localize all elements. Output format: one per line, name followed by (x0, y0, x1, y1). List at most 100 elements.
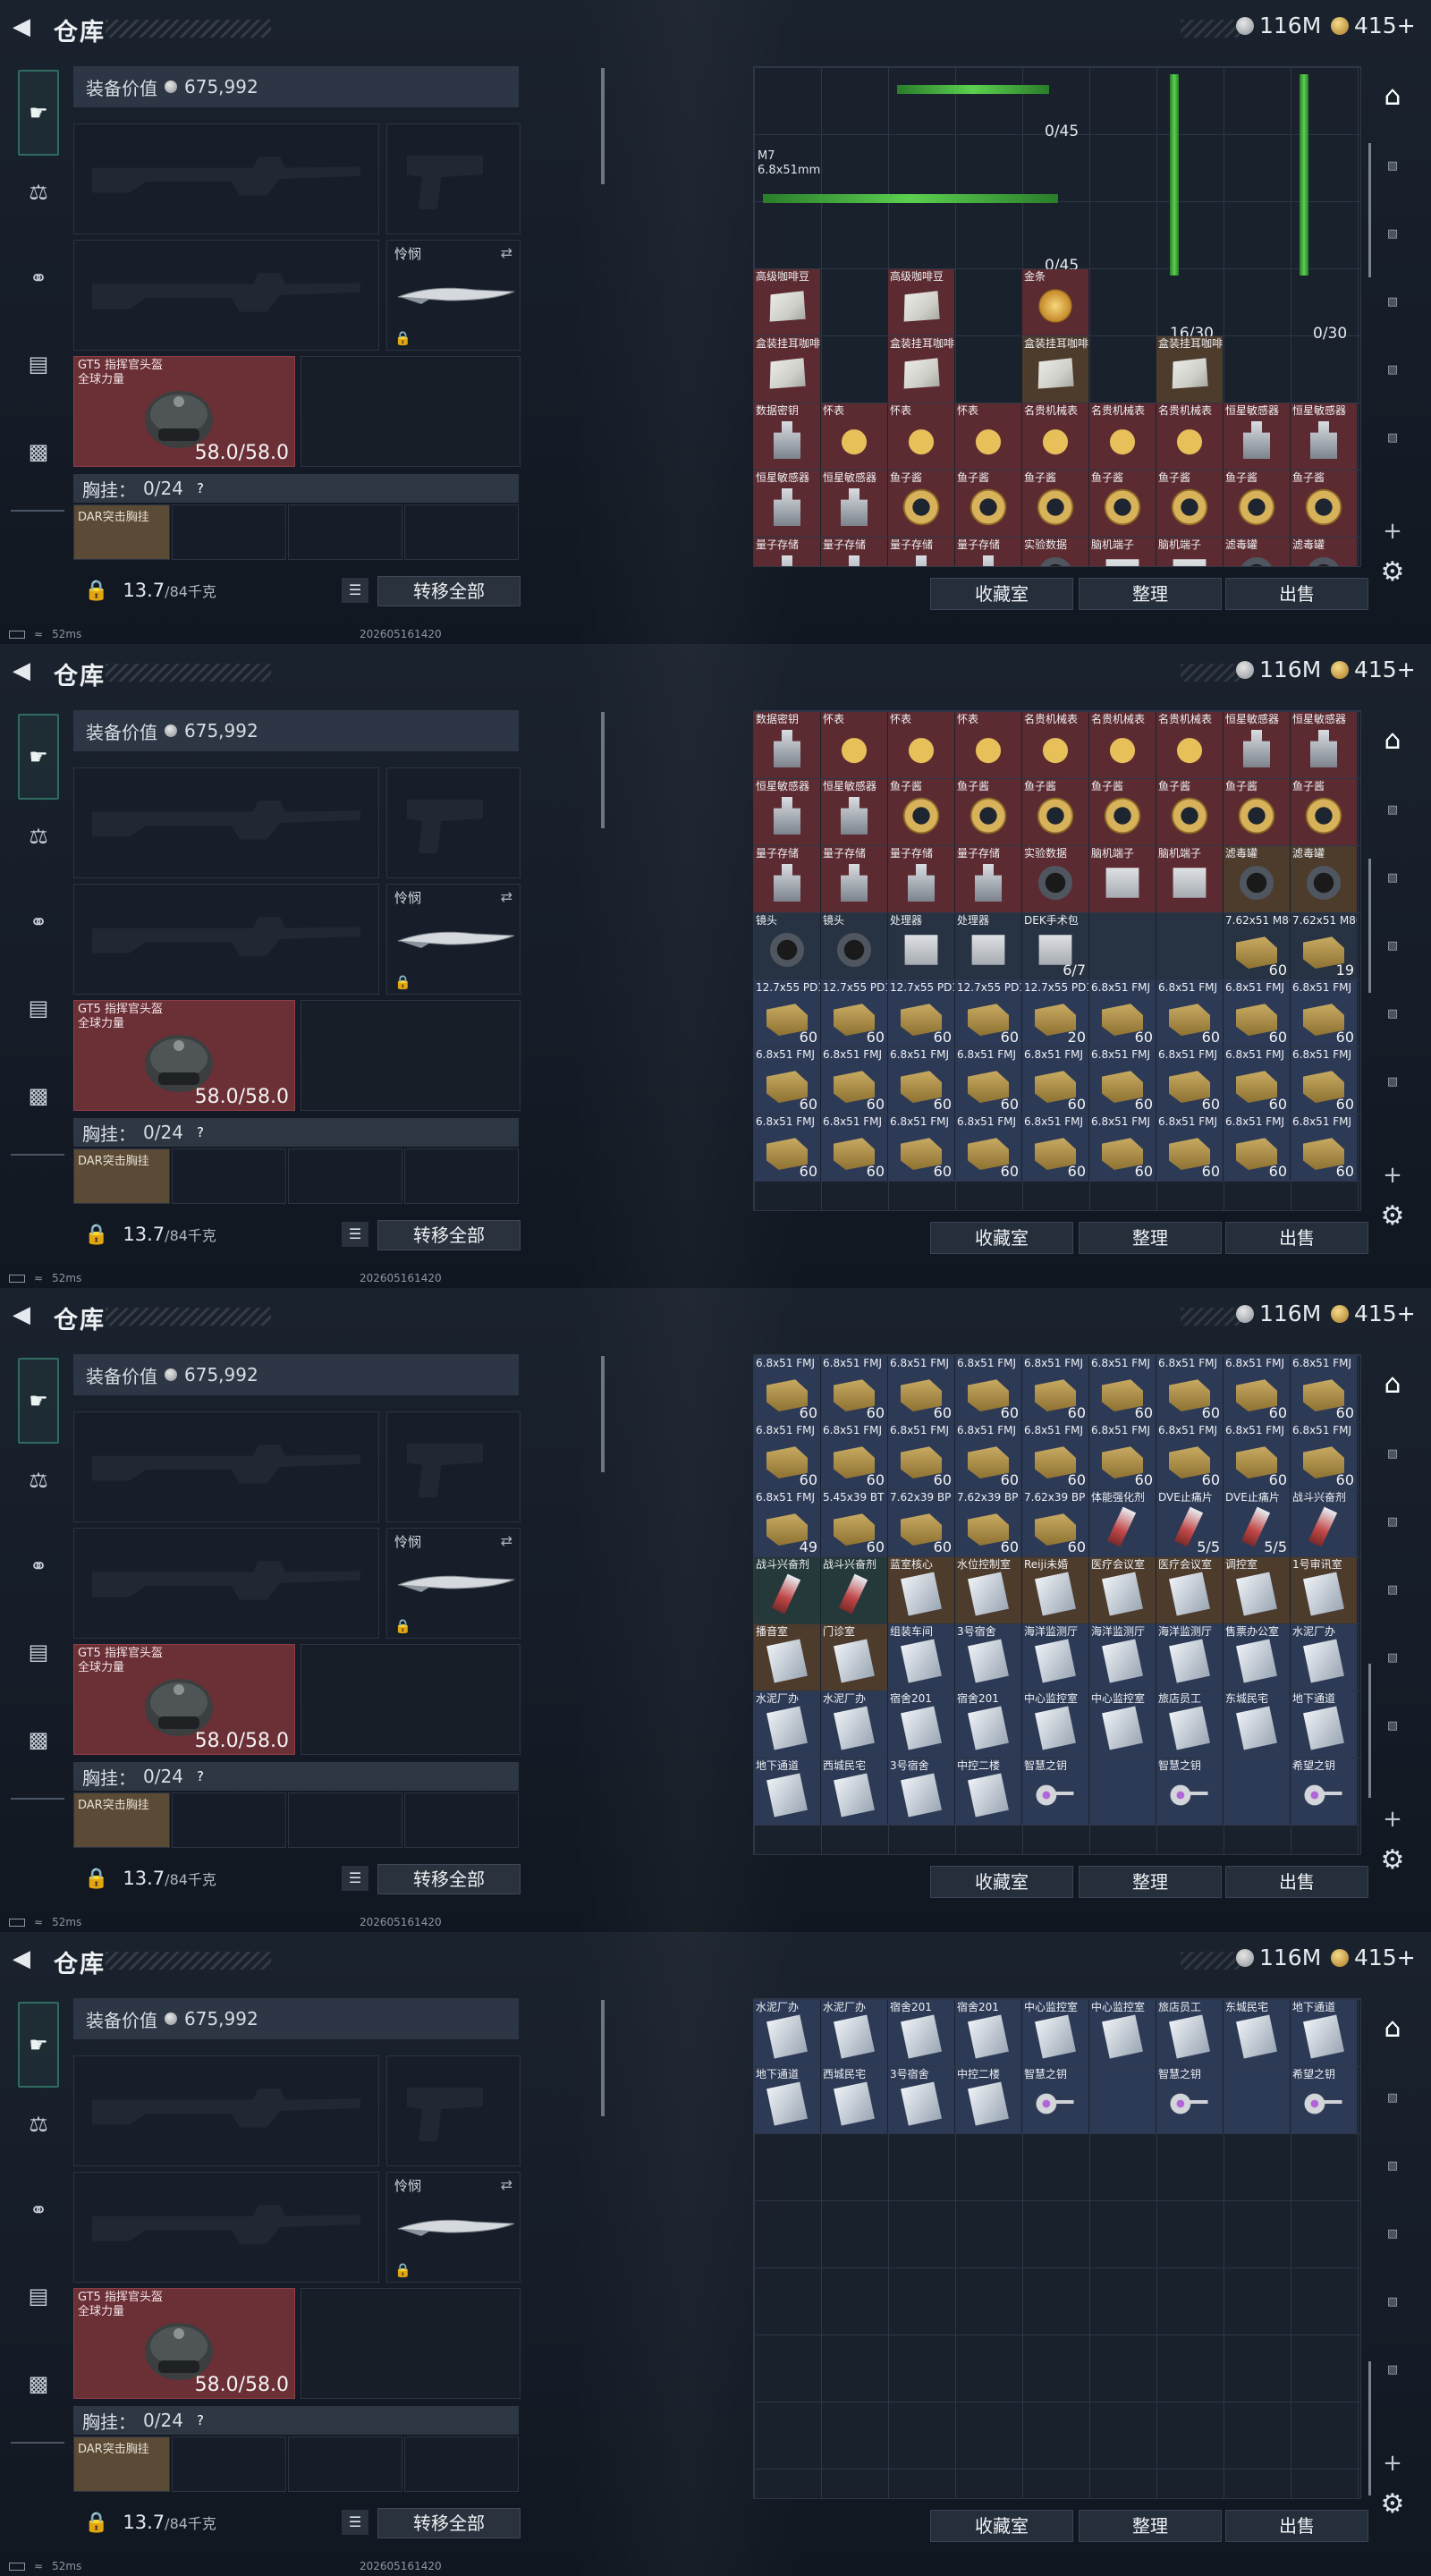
transfer-all-button[interactable]: 转移全部 (377, 576, 521, 606)
container-tab-icon[interactable]: ▧ (1372, 1436, 1413, 1472)
storage-item[interactable]: 鱼子酱 (1156, 779, 1223, 845)
storage-item[interactable]: DVE止痛片 5/5 (1224, 1490, 1290, 1556)
weapon-tab-icon[interactable]: ☛ (18, 70, 59, 156)
storage-item[interactable]: 鱼子酱 (1291, 470, 1357, 537)
storage-item[interactable] (1089, 2067, 1156, 2133)
storage-item[interactable]: 6.8x51 FMJ 60 (1224, 980, 1290, 1046)
chest-rig-item[interactable]: DAR突击胸挂 (73, 1792, 170, 1848)
pistol-slot[interactable] (386, 1411, 521, 1522)
back-arrow-icon[interactable]: ◀ (13, 1946, 38, 1971)
swap-icon[interactable]: ⇄ (501, 888, 512, 905)
storage-item[interactable]: 量子存储 (955, 538, 1021, 566)
chest-rig-cell[interactable] (288, 1148, 402, 1204)
storage-item[interactable]: 滤毒罐 (1224, 538, 1290, 566)
storage-item[interactable]: 脑机端子 (1089, 538, 1156, 566)
storage-item[interactable]: DEK手术包 6/7 (1022, 913, 1088, 979)
storage-item[interactable]: 地下通道 (1291, 1691, 1357, 1758)
storage-item[interactable]: 播音室 (754, 1624, 820, 1690)
storage-item[interactable]: 6.8x51 FMJ 60 (1224, 1047, 1290, 1114)
rifle-icon[interactable] (763, 194, 1058, 203)
storage-item[interactable]: 6.8x51 FMJ 60 (1291, 1047, 1357, 1114)
primary-weapon-slot[interactable] (73, 2055, 379, 2166)
lock-icon[interactable]: 🔒 (84, 580, 108, 602)
storage-item[interactable]: 处理器 (888, 913, 954, 979)
container-tab-icon[interactable]: ▧ (1372, 148, 1413, 184)
backpack-tab-icon[interactable]: ▩ (18, 2363, 59, 2404)
storage-item[interactable]: 6.8x51 FMJ 60 (1089, 980, 1156, 1046)
weapon-tab-icon[interactable]: ☛ (18, 2002, 59, 2088)
storage-item[interactable]: 鱼子酱 (888, 779, 954, 845)
storage-item[interactable]: 地下通道 (1291, 2000, 1357, 2066)
storage-item[interactable]: DVE止痛片 5/5 (1156, 1490, 1223, 1556)
storage-item[interactable]: 战斗兴奋剂 (821, 1557, 887, 1623)
storage-item[interactable]: 实验数据 (1022, 846, 1088, 912)
armor-slot[interactable] (301, 1000, 521, 1111)
storage-item[interactable]: 门诊室 (821, 1624, 887, 1690)
add-container-icon[interactable]: + (1372, 513, 1413, 549)
container-tab-icon[interactable]: ▧ (1372, 2080, 1413, 2116)
sell-button[interactable]: 出售 (1225, 578, 1368, 610)
secondary-weapon-slot[interactable] (73, 884, 379, 995)
storage-item[interactable]: 希望之钥 (1291, 1758, 1357, 1825)
storage-item[interactable]: 智慧之钥 (1022, 1758, 1088, 1825)
storage-item[interactable]: 6.8x51 FMJ 60 (754, 1114, 820, 1181)
storage-item[interactable]: 6.8x51 FMJ 60 (1224, 1356, 1290, 1422)
storage-item[interactable]: 怀表 (821, 403, 887, 470)
rifle-icon[interactable] (1300, 74, 1308, 275)
storage-item[interactable]: 3号宿舍 (888, 1758, 954, 1825)
helmet-tab-icon[interactable]: ⚭ (18, 902, 59, 943)
helmet-slot[interactable]: GT5 指挥官头盔 全球力量 58.0/58.0 (73, 1644, 295, 1755)
storage-item[interactable]: 6.8x51 FMJ 60 (888, 1047, 954, 1114)
container-tab-icon[interactable]: ▧ (1372, 1708, 1413, 1744)
storage-item[interactable]: 6.8x51 FMJ 60 (1291, 980, 1357, 1046)
storage-home-icon[interactable]: ⌂ (1372, 79, 1413, 114)
storage-item[interactable]: 7.62x39 BP 60 (955, 1490, 1021, 1556)
storage-item[interactable]: 组装车间 (888, 1624, 954, 1690)
storage-item[interactable]: 6.8x51 FMJ 60 (1156, 1114, 1223, 1181)
storage-item[interactable]: 名贵机械表 (1022, 712, 1088, 778)
storage-item[interactable]: 蓝室核心 (888, 1557, 954, 1623)
organize-button[interactable]: 整理 (1079, 2510, 1222, 2542)
gold-currency[interactable]: 415+ (1331, 657, 1416, 682)
storage-item[interactable]: 量子存储 (821, 846, 887, 912)
chest-rig-cell[interactable] (404, 2436, 519, 2492)
swap-icon[interactable]: ⇄ (501, 1532, 512, 1549)
storage-item[interactable]: 6.8x51 FMJ 60 (955, 1047, 1021, 1114)
secondary-weapon-slot[interactable] (73, 2172, 379, 2283)
storage-item[interactable]: 盒装挂耳咖啡 (754, 336, 820, 402)
back-arrow-icon[interactable]: ◀ (13, 1302, 38, 1327)
melee-slot[interactable]: 怜悯 ⇄ 🔒 (386, 240, 521, 351)
storage-item[interactable]: 海洋监测厅 (1156, 1624, 1223, 1690)
armor-tab-icon[interactable]: ⚖ (18, 172, 59, 213)
storage-scrollbar[interactable] (1368, 1664, 1371, 1798)
storage-item[interactable]: 水泥厂办 (1291, 1624, 1357, 1690)
organize-button[interactable]: 整理 (1079, 578, 1222, 610)
storage-item[interactable]: 6.8x51 FMJ 60 (1156, 1047, 1223, 1114)
storage-scrollbar[interactable] (1368, 143, 1371, 277)
storage-item[interactable]: 宿舍201 (888, 1691, 954, 1758)
storage-home-icon[interactable]: ⌂ (1372, 723, 1413, 758)
storage-item[interactable]: 鱼子酱 (1089, 470, 1156, 537)
storage-item[interactable]: 6.8x51 FMJ 60 (888, 1423, 954, 1489)
chest-rig-cell[interactable] (288, 504, 402, 560)
storage-home-icon[interactable]: ⌂ (1372, 1367, 1413, 1402)
storage-item[interactable]: 实验数据 (1022, 538, 1088, 566)
storage-item[interactable]: 鱼子酱 (955, 779, 1021, 845)
container-tab-icon[interactable]: ▧ (1372, 216, 1413, 252)
storage-item[interactable]: 6.8x51 FMJ 60 (1022, 1356, 1088, 1422)
rifle-icon[interactable] (1170, 74, 1179, 275)
vest-tab-icon[interactable]: ▤ (18, 343, 59, 385)
transfer-all-button[interactable]: 转移全部 (377, 1864, 521, 1894)
storage-item[interactable]: 中控二楼 (955, 1758, 1021, 1825)
storage-item[interactable]: 6.8x51 FMJ 60 (821, 1114, 887, 1181)
transfer-all-button[interactable]: 转移全部 (377, 2508, 521, 2538)
chest-rig-cell[interactable] (404, 504, 519, 560)
storage-item[interactable]: 宿舍201 (955, 2000, 1021, 2066)
storage-item[interactable]: 名贵机械表 (1089, 403, 1156, 470)
storage-item[interactable]: 水泥厂办 (754, 2000, 820, 2066)
settings-gear-icon[interactable]: ⚙ (1372, 1199, 1413, 1234)
storage-item[interactable]: 鱼子酱 (1291, 779, 1357, 845)
storage-scrollbar[interactable] (1368, 2361, 1371, 2496)
lock-icon[interactable]: 🔒 (84, 1224, 108, 1246)
storage-item[interactable]: 6.8x51 FMJ 60 (821, 1356, 887, 1422)
